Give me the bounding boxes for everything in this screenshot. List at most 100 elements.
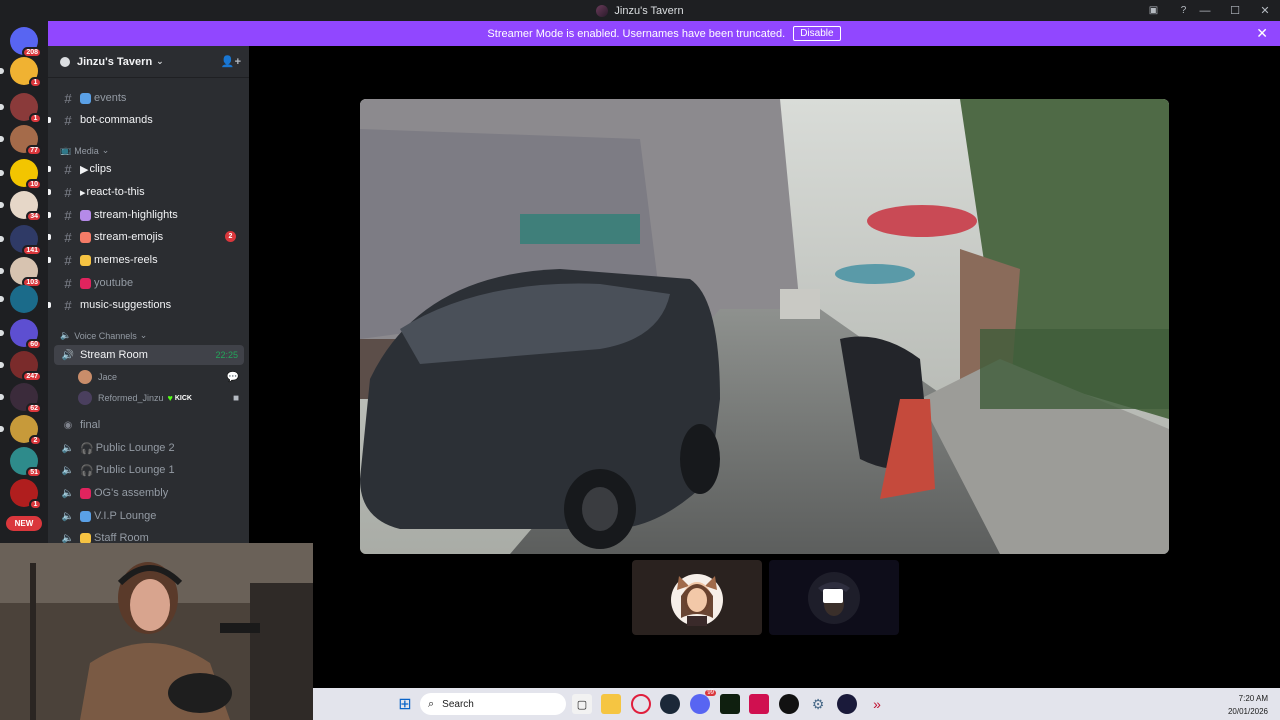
unread-indicator: [48, 302, 51, 308]
channel-label: music-suggestions: [80, 299, 172, 311]
speaker-icon: 🔈: [61, 464, 75, 476]
server-icon[interactable]: 247: [0, 351, 42, 382]
invite-people-icon[interactable]: 👤+: [221, 55, 241, 68]
speaker-icon: 🔈: [61, 487, 75, 499]
channel-stream-emojis[interactable]: # stream-emojis 2: [48, 227, 244, 247]
channel-youtube[interactable]: # youtube: [54, 273, 244, 293]
unread-indicator: [48, 212, 51, 218]
hash-icon: #: [64, 161, 72, 177]
server-icon[interactable]: 77: [0, 125, 42, 156]
inbox-icon[interactable]: ▣: [1146, 3, 1161, 18]
participant-tile-jace[interactable]: [632, 560, 762, 635]
server-icon[interactable]: 1: [10, 479, 42, 510]
channel-label: OG's assembly: [94, 487, 169, 499]
taskbar-search[interactable]: ⌕ Search: [420, 693, 566, 715]
mention-badge: 34: [26, 211, 42, 222]
chevron-down-icon: ⌄: [139, 330, 148, 340]
member-name: Jace: [98, 372, 118, 382]
server-icon[interactable]: 34: [0, 191, 42, 222]
server-icon[interactable]: 10: [0, 159, 42, 190]
server-icon[interactable]: 51: [10, 447, 42, 478]
steam-icon[interactable]: [660, 694, 680, 714]
opera-icon[interactable]: [631, 694, 651, 714]
channel-memes-reels[interactable]: # memes-reels: [48, 250, 244, 270]
maximize-button[interactable]: ☐: [1220, 4, 1250, 17]
channel-label: clips: [89, 163, 112, 175]
channel-label: events: [94, 92, 127, 104]
disable-streamer-mode-button[interactable]: Disable: [793, 26, 841, 41]
settings-icon[interactable]: ⚙: [808, 694, 828, 714]
server-icon[interactable]: 1: [0, 57, 42, 88]
media-app-icon[interactable]: [749, 694, 769, 714]
unread-pip: [0, 394, 4, 400]
channel-label: V.I.P Lounge: [94, 510, 157, 522]
category-media[interactable]: 📺 Media ⌄: [60, 145, 109, 156]
server-icon[interactable]: 141: [0, 225, 42, 256]
server-icon[interactable]: 2: [0, 415, 42, 446]
voice-channel-public-lounge-2[interactable]: 🔈 🎧 Public Lounge 2: [54, 438, 244, 458]
windows-start-icon[interactable]: ⊞: [395, 694, 415, 714]
server-icon[interactable]: 62: [0, 383, 42, 414]
task-view-icon[interactable]: ▢: [572, 694, 592, 714]
server-icon[interactable]: 208: [10, 27, 42, 58]
server-icon[interactable]: 60: [0, 319, 42, 350]
voice-member-jace[interactable]: Jace 💬: [78, 368, 243, 386]
category-voice-channels[interactable]: 🔈 Voice Channels ⌄: [60, 330, 147, 341]
channel-bot-commands[interactable]: # bot-commands: [48, 110, 244, 130]
close-banner-icon[interactable]: ✕: [1256, 25, 1268, 42]
voice-channel-v-i-p-lounge[interactable]: 🔈 V.I.P Lounge: [54, 506, 244, 526]
unread-pip: [0, 68, 4, 74]
app-icon[interactable]: [837, 694, 857, 714]
server-icon[interactable]: 103: [0, 257, 42, 288]
channel-emoji-icon: [80, 209, 91, 221]
mention-badge: 60: [26, 339, 42, 350]
streamer-mode-banner: Streamer Mode is enabled. Usernames have…: [48, 21, 1280, 46]
channel-label: Staff Room: [94, 532, 149, 543]
voice-channel-og-s-assembly[interactable]: 🔈 OG's assembly: [54, 483, 244, 503]
mention-badge: 1: [29, 113, 42, 124]
voice-channel-final[interactable]: ◉ final: [54, 415, 244, 435]
discord-icon[interactable]: 99: [690, 690, 716, 714]
kick-icon[interactable]: [720, 694, 740, 714]
channel-events[interactable]: # events: [54, 88, 244, 108]
channel-music-suggestions[interactable]: # music-suggestions: [48, 295, 244, 315]
heart-icon: ♥: [167, 393, 173, 403]
channel-clips[interactable]: # ▶ clips: [48, 159, 244, 179]
streamer-app-icon[interactable]: »: [867, 694, 887, 714]
participant-tile-reformed-jinzu[interactable]: [769, 560, 899, 635]
mention-badge: 1: [29, 77, 42, 88]
server-icon[interactable]: [0, 285, 38, 313]
prefix-icon: ▶: [80, 163, 89, 176]
voice-channel-stream-room[interactable]: 🔊 Stream Room 22:25: [54, 345, 244, 365]
channel-label: react-to-this: [86, 186, 145, 198]
stream-video[interactable]: [360, 99, 1169, 554]
hash-icon: #: [64, 90, 72, 106]
unread-pip: [0, 330, 4, 336]
new-servers-pill[interactable]: NEW: [6, 516, 42, 531]
unread-indicator: [48, 189, 51, 195]
stage-area: [249, 46, 1280, 688]
channel-label: stream-highlights: [94, 209, 178, 221]
voice-channel-staff-room[interactable]: 🔈 Staff Room: [54, 528, 244, 543]
channel-label: bot-commands: [80, 114, 153, 126]
channel-react-to-this[interactable]: # ▸ react-to-this: [48, 182, 244, 202]
unread-pip: [0, 202, 4, 208]
server-icon[interactable]: 1: [0, 93, 42, 124]
file-explorer-icon[interactable]: [601, 694, 621, 714]
system-clock[interactable]: 7:20 AM 20/01/2026: [1228, 692, 1268, 718]
speaker-icon: 🔈: [61, 510, 75, 522]
server-rail: 208 1 1 77 10 34 141 103 60 247 62 2 51 1 NEW: [0, 21, 48, 543]
voice-timer: 22:25: [215, 350, 238, 360]
prefix-icon: ▸: [80, 186, 86, 199]
voice-channel-public-lounge-1[interactable]: 🔈 🎧 Public Lounge 1: [54, 460, 244, 480]
unread-indicator: [48, 257, 51, 263]
title-bar: Jinzu's Tavern ▣ ? — ☐ ✕: [0, 0, 1280, 21]
obs-icon[interactable]: [779, 694, 799, 714]
minimize-button[interactable]: —: [1190, 5, 1220, 17]
unread-pip: [0, 268, 4, 274]
server-header[interactable]: Jinzu's Tavern ⌄ 👤+: [48, 46, 249, 78]
help-icon[interactable]: ?: [1176, 3, 1191, 18]
voice-member-reformed-jinzu[interactable]: Reformed_Jinzu ♥ KICK ■: [78, 389, 243, 407]
close-button[interactable]: ✕: [1250, 4, 1280, 17]
channel-stream-highlights[interactable]: # stream-highlights: [48, 205, 244, 225]
